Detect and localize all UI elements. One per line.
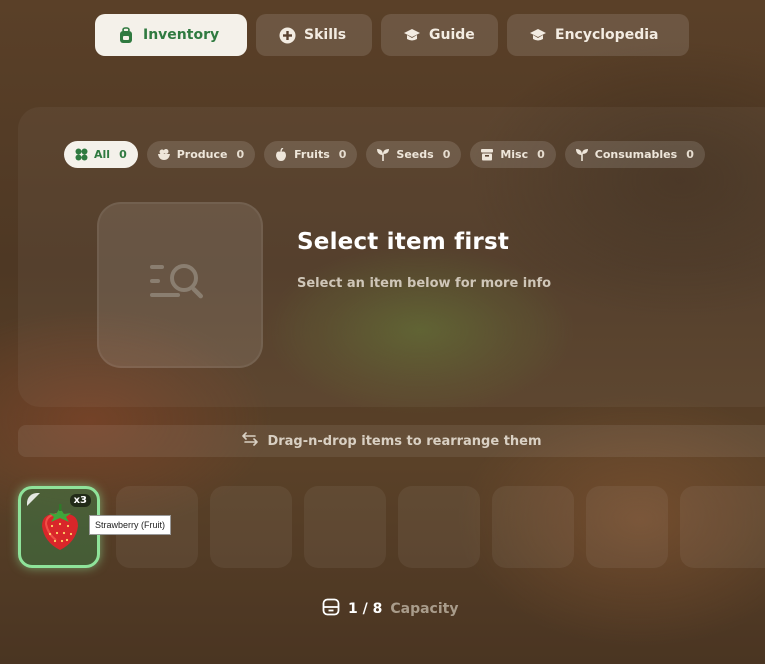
filter-consumables-label: Consumables: [594, 148, 678, 161]
inventory-slot-4[interactable]: [304, 486, 386, 568]
apple-icon: [274, 147, 288, 162]
item-preview-box: [97, 202, 263, 368]
filter-seeds-label: Seeds: [396, 148, 434, 161]
inventory-slot-6[interactable]: [492, 486, 574, 568]
item-quantity-badge: x3: [69, 494, 91, 507]
tab-guide-label: Guide: [429, 27, 475, 43]
filter-misc-label: Misc: [500, 148, 529, 161]
plus-circle-icon: [278, 26, 296, 44]
sprout-icon: [575, 148, 589, 162]
bowl-icon: [157, 148, 171, 162]
filter-produce-label: Produce: [176, 148, 228, 161]
filter-misc-count: 0: [537, 148, 545, 161]
filter-all-count: 0: [119, 148, 127, 161]
tab-inventory-label: Inventory: [143, 27, 220, 43]
filter-fruits-count: 0: [338, 148, 347, 161]
detail-title: Select item first: [297, 229, 510, 255]
inventory-slot-8[interactable]: [680, 486, 765, 568]
graduation-cap-icon: [529, 26, 547, 44]
graduation-cap-icon: [403, 26, 421, 44]
filter-seeds-count: 0: [442, 148, 451, 161]
strawberry-icon: [38, 504, 82, 556]
swap-arrows-icon: [241, 431, 259, 451]
category-filters: All 0 Produce 0 Fruits 0 Seeds 0 Misc 0 …: [64, 141, 705, 168]
top-tabs: Inventory Skills Guide Encyclopedia: [95, 14, 689, 56]
inventory-slot-5[interactable]: [398, 486, 480, 568]
inventory-slot-3[interactable]: [210, 486, 292, 568]
tab-encyclopedia[interactable]: Encyclopedia: [507, 14, 689, 56]
filter-fruits[interactable]: Fruits 0: [264, 141, 358, 168]
filter-produce-count: 0: [236, 148, 245, 161]
tab-encyclopedia-label: Encyclopedia: [555, 27, 659, 43]
capacity-label: Capacity: [390, 601, 459, 617]
inventory-slot-1[interactable]: x3: [18, 486, 100, 568]
capacity-indicator: 1 / 8 Capacity: [322, 598, 458, 620]
clover-icon: [74, 148, 88, 162]
filter-produce[interactable]: Produce 0: [146, 141, 256, 168]
filter-fruits-label: Fruits: [294, 148, 330, 161]
tab-guide[interactable]: Guide: [381, 14, 498, 56]
storage-icon: [322, 598, 340, 620]
filter-consumables-count: 0: [686, 148, 694, 161]
inventory-slot-7[interactable]: [586, 486, 668, 568]
drag-hint-bar: Drag-n-drop items to rearrange them: [18, 425, 765, 457]
tab-inventory[interactable]: Inventory: [95, 14, 247, 56]
filter-all[interactable]: All 0: [64, 141, 138, 168]
filter-misc[interactable]: Misc 0: [470, 141, 556, 168]
box-icon: [480, 148, 494, 162]
filter-consumables[interactable]: Consumables 0: [564, 141, 705, 168]
filter-seeds[interactable]: Seeds 0: [366, 141, 462, 168]
filter-all-label: All: [94, 148, 111, 161]
tab-skills-label: Skills: [304, 27, 347, 43]
search-list-icon: [148, 261, 212, 309]
drag-hint-text: Drag-n-drop items to rearrange them: [267, 433, 542, 449]
sprout-icon: [376, 148, 390, 162]
capacity-value: 1 / 8: [348, 601, 383, 617]
backpack-icon: [117, 26, 135, 44]
item-tooltip: Strawberry (Fruit): [89, 515, 172, 535]
tab-skills[interactable]: Skills: [256, 14, 372, 56]
detail-subtitle: Select an item below for more info: [297, 276, 552, 291]
